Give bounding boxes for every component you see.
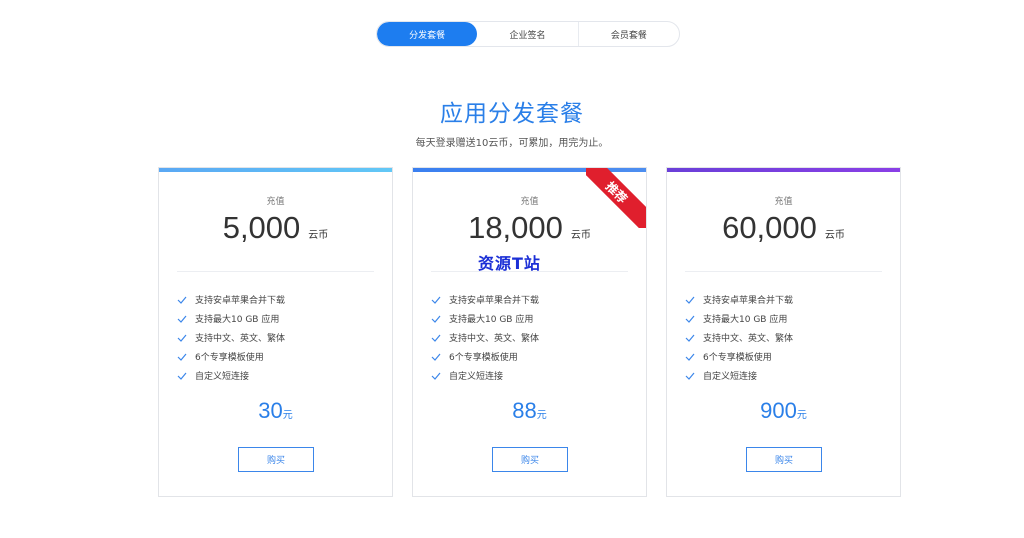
check-icon (177, 314, 187, 324)
plan-card-1: 充值 5,000 云币 支持安卓苹果合并下载 支持最大10 GB 应用 支持中文、… (158, 167, 393, 497)
plan-card-3: 充值 60,000 云币 支持安卓苹果合并下载 支持最大10 GB 应用 支持中文… (666, 167, 901, 497)
buy-button[interactable]: 购买 (238, 447, 314, 472)
plan-price: 900 (760, 398, 797, 423)
feature-list: 支持安卓苹果合并下载 支持最大10 GB 应用 支持中文、英文、繁体 6个专享模… (431, 290, 539, 385)
plan-amount: 60,000 (722, 210, 817, 245)
feature-item: 支持安卓苹果合并下载 (431, 290, 539, 309)
feature-item: 6个专享模板使用 (431, 347, 539, 366)
feature-text: 6个专享模板使用 (449, 353, 518, 363)
plan-unit: 云币 (570, 230, 591, 241)
feature-text: 支持最大10 GB 应用 (449, 315, 534, 325)
feature-list: 支持安卓苹果合并下载 支持最大10 GB 应用 支持中文、英文、繁体 6个专享模… (177, 290, 285, 385)
feature-text: 支持安卓苹果合并下载 (195, 296, 286, 306)
plan-label: 充值 (520, 197, 539, 207)
plan-unit: 云币 (824, 230, 845, 241)
feature-item: 6个专享模板使用 (685, 347, 793, 366)
check-icon (431, 314, 441, 324)
plan-amount: 5,000 (222, 210, 301, 245)
feature-item: 支持中文、英文、繁体 (431, 328, 539, 347)
feature-item: 支持最大10 GB 应用 (685, 309, 793, 328)
plan-card-2: 推荐 充值 18,000 云币 支持安卓苹果合并下载 支持最大10 GB 应用 支… (412, 167, 647, 497)
check-icon (431, 333, 441, 343)
amount-row: 5,000 云币 (159, 210, 392, 246)
feature-text: 支持最大10 GB 应用 (195, 315, 280, 325)
price-row: 900元 (667, 398, 900, 424)
check-icon (177, 371, 187, 381)
feature-item: 支持安卓苹果合并下载 (177, 290, 285, 309)
feature-text: 支持最大10 GB 应用 (703, 315, 788, 325)
feature-text: 6个专享模板使用 (195, 353, 264, 363)
plan-label: 充值 (266, 197, 285, 207)
card-top-bar (159, 168, 392, 172)
check-icon (177, 333, 187, 343)
page-title: 应用分发套餐 (440, 101, 584, 127)
divider (177, 271, 374, 272)
card-top-bar (667, 168, 900, 172)
check-icon (431, 371, 441, 381)
feature-item: 支持中文、英文、繁体 (177, 328, 285, 347)
price-unit: 元 (796, 410, 807, 421)
plan-price: 30 (258, 398, 283, 423)
watermark-text: 资源T站 (478, 254, 541, 273)
check-icon (685, 371, 695, 381)
buy-button[interactable]: 购买 (492, 447, 568, 472)
feature-list: 支持安卓苹果合并下载 支持最大10 GB 应用 支持中文、英文、繁体 6个专享模… (685, 290, 793, 385)
check-icon (685, 333, 695, 343)
feature-item: 支持安卓苹果合并下载 (685, 290, 793, 309)
feature-item: 6个专享模板使用 (177, 347, 285, 366)
feature-text: 支持安卓苹果合并下载 (449, 296, 540, 306)
feature-text: 自定义短连接 (703, 372, 758, 382)
check-icon (685, 314, 695, 324)
feature-item: 自定义短连接 (177, 366, 285, 385)
feature-text: 支持中文、英文、繁体 (449, 334, 540, 344)
feature-text: 支持安卓苹果合并下载 (703, 296, 794, 306)
plan-tabs: 分发套餐 企业签名 会员套餐 (376, 21, 680, 47)
divider (685, 271, 882, 272)
amount-row: 60,000 云币 (667, 210, 900, 246)
plan-price: 88 (512, 398, 537, 423)
feature-item: 支持最大10 GB 应用 (431, 309, 539, 328)
feature-item: 自定义短连接 (685, 366, 793, 385)
feature-item: 支持中文、英文、繁体 (685, 328, 793, 347)
check-icon (177, 295, 187, 305)
feature-text: 支持中文、英文、繁体 (703, 334, 794, 344)
feature-text: 6个专享模板使用 (703, 353, 772, 363)
tab-distribution[interactable]: 分发套餐 (377, 22, 478, 46)
check-icon (431, 295, 441, 305)
plan-unit: 云币 (308, 230, 329, 241)
feature-text: 支持中文、英文、繁体 (195, 334, 286, 344)
tab-enterprise-signature[interactable]: 企业签名 (477, 22, 579, 46)
check-icon (177, 352, 187, 362)
feature-item: 支持最大10 GB 应用 (177, 309, 285, 328)
feature-item: 自定义短连接 (431, 366, 539, 385)
feature-text: 自定义短连接 (449, 372, 504, 382)
tab-membership[interactable]: 会员套餐 (579, 22, 679, 46)
price-row: 30元 (159, 398, 392, 424)
plan-label: 充值 (774, 197, 793, 207)
amount-row: 18,000 云币 (413, 210, 646, 246)
price-row: 88元 (413, 398, 646, 424)
price-unit: 元 (536, 410, 547, 421)
price-unit: 元 (282, 410, 293, 421)
page-subtitle: 每天登录赠送10云币，可累加，用完为止。 (415, 138, 609, 149)
check-icon (431, 352, 441, 362)
plan-amount: 18,000 (468, 210, 563, 245)
check-icon (685, 352, 695, 362)
feature-text: 自定义短连接 (195, 372, 250, 382)
check-icon (685, 295, 695, 305)
buy-button[interactable]: 购买 (746, 447, 822, 472)
